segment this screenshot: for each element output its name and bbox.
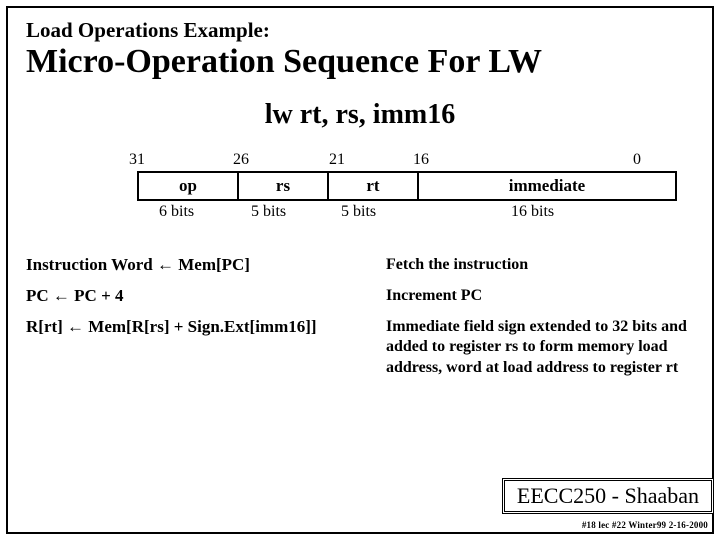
field-immediate: immediate [419,173,675,199]
footer-meta: #18 lec #22 Winter99 2-16-2000 [582,520,708,530]
footer-badge: EECC250 - Shaaban [502,478,714,514]
width-immediate: 16 bits [511,203,554,221]
instruction-example: lw rt, rs, imm16 [26,99,694,131]
encoding-fields: op rs rt immediate [137,171,677,201]
subtitle: Load Operations Example: [26,18,694,43]
field-rs: rs [239,173,329,199]
field-rt: rt [329,173,419,199]
bit-label-26: 26 [233,151,249,169]
field-op: op [139,173,239,199]
width-rt: 5 bits [341,203,376,221]
step-row: Instruction Word ← Mem[PC] Fetch the ins… [26,255,694,276]
step-row: R[rt] ← Mem[R[rs] + Sign.Ext[imm16]] Imm… [26,317,694,379]
step-operation: PC ← PC + 4 [26,286,386,306]
step-row: PC ← PC + 4 Increment PC [26,286,694,307]
width-op: 6 bits [159,203,194,221]
step-operation: R[rt] ← Mem[R[rs] + Sign.Ext[imm16]] [26,317,386,337]
width-rs: 5 bits [251,203,286,221]
step-operation: Instruction Word ← Mem[PC] [26,255,386,275]
bit-label-0: 0 [633,151,641,169]
encoding-diagram: 31 26 21 16 0 op rs rt immediate 6 bits … [51,151,669,227]
step-description: Fetch the instruction [386,255,694,276]
step-description: Immediate field sign extended to 32 bits… [386,317,694,379]
title: Micro-Operation Sequence For LW [26,43,694,81]
step-description: Increment PC [386,286,694,307]
bit-label-31: 31 [129,151,145,169]
slide-frame: Load Operations Example: Micro-Operation… [6,6,714,534]
micro-op-steps: Instruction Word ← Mem[PC] Fetch the ins… [26,255,694,379]
bit-label-16: 16 [413,151,429,169]
bit-label-21: 21 [329,151,345,169]
